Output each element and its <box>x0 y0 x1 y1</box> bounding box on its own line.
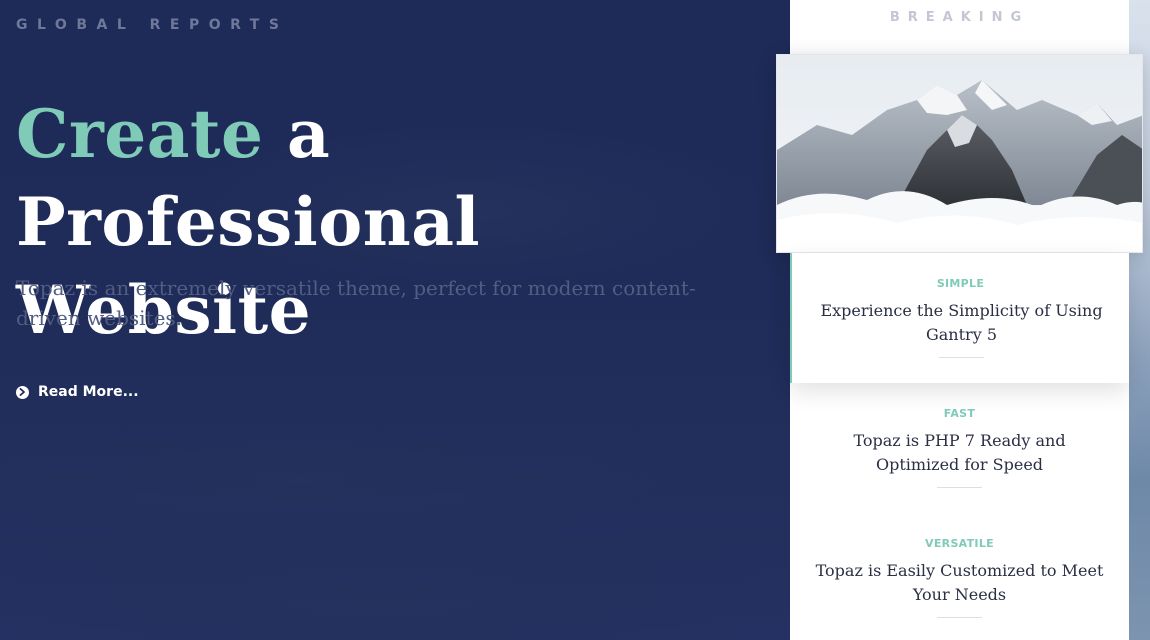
breaking-item[interactable]: FAST Topaz is PHP 7 Ready and Optimized … <box>790 383 1129 513</box>
item-title[interactable]: Topaz is PHP 7 Ready and Optimized for S… <box>810 429 1109 477</box>
read-more-label: Read More... <box>38 384 139 400</box>
site-tagline: GLOBAL REPORTS <box>16 17 289 33</box>
breaking-label: BREAKING <box>889 10 1030 25</box>
item-title[interactable]: Experience the Simplicity of Using Gantr… <box>812 299 1111 347</box>
hero-section: GLOBAL REPORTS Create a Professional Web… <box>0 0 790 640</box>
item-divider <box>939 357 984 358</box>
feature-image-mountains[interactable] <box>776 54 1143 253</box>
item-divider <box>937 617 982 618</box>
item-category: SIMPLE <box>936 277 985 290</box>
breaking-item[interactable]: SIMPLE Experience the Simplicity of Usin… <box>790 253 1129 383</box>
item-category: FAST <box>943 407 976 420</box>
headline-accent: Create <box>16 95 264 173</box>
read-more-link[interactable]: Read More... <box>16 384 139 400</box>
hero-description: Topaz is an extremely versatile theme, p… <box>16 276 696 330</box>
item-category: VERSATILE <box>925 537 994 550</box>
breaking-item[interactable]: VERSATILE Topaz is Easily Customized to … <box>790 513 1129 640</box>
chevron-circle-right-icon <box>16 385 29 399</box>
item-divider <box>937 487 982 488</box>
item-title[interactable]: Topaz is Easily Customized to Meet Your … <box>810 559 1109 607</box>
